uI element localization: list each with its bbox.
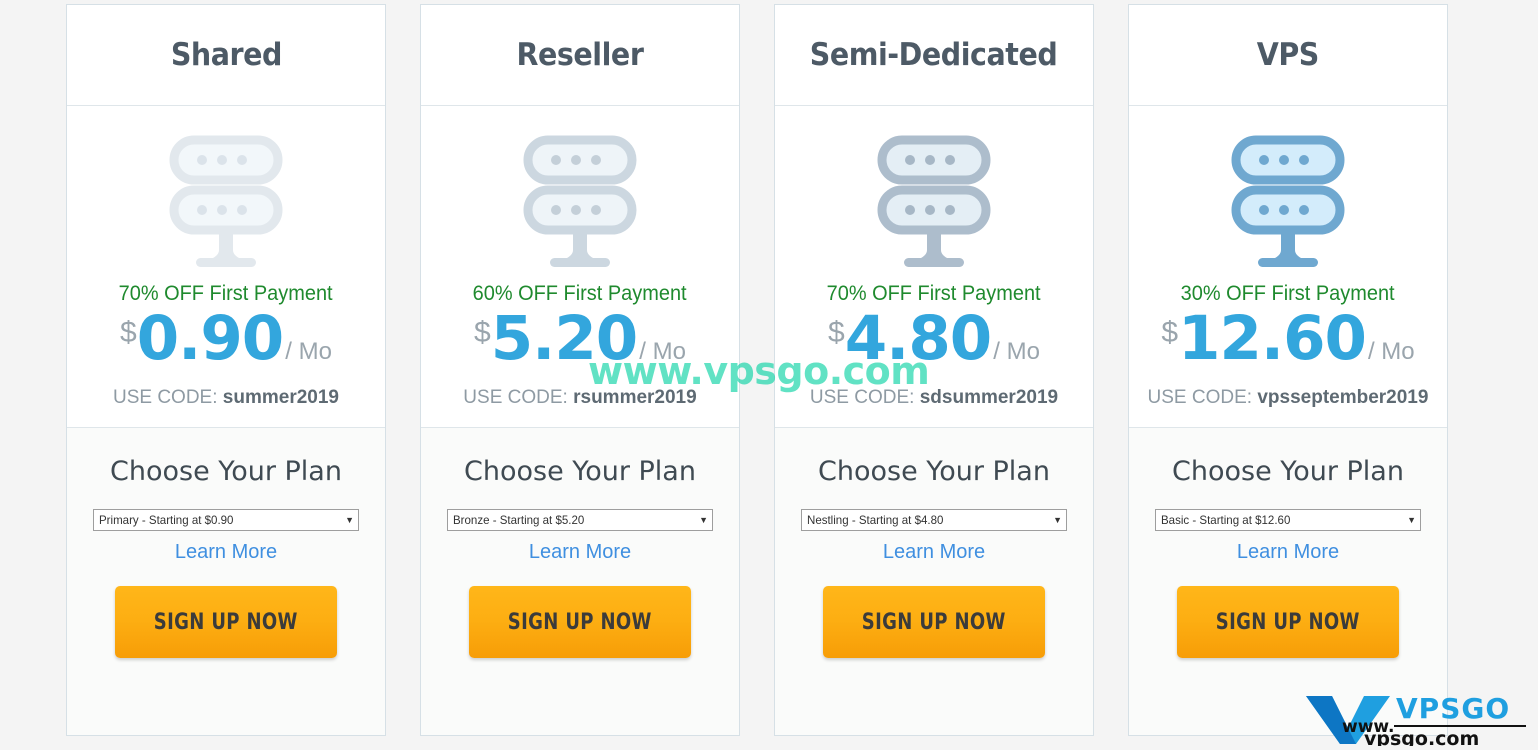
- promo-label: USE CODE:: [1147, 387, 1253, 408]
- sign-up-label: SIGN UP NOW: [862, 609, 1006, 635]
- promo-code: vpsseptember2019: [1257, 387, 1429, 408]
- server-icon: [523, 135, 637, 267]
- sign-up-button[interactable]: SIGN UP NOW: [1177, 586, 1399, 658]
- sign-up-button[interactable]: SIGN UP NOW: [823, 586, 1045, 658]
- card-body: 70% OFF First Payment $ 4.80 / Mo USE CO…: [775, 106, 1093, 428]
- chevron-down-icon: ▼: [699, 515, 708, 525]
- discount-label: 30% OFF First Payment: [1181, 282, 1395, 305]
- promo-code: sdsummer2019: [919, 387, 1059, 408]
- price-row: $ 12.60 / Mo: [1161, 308, 1414, 369]
- promo-label: USE CODE:: [463, 387, 568, 408]
- price-period: / Mo: [993, 338, 1040, 365]
- learn-more-link[interactable]: Learn More: [175, 541, 277, 564]
- server-icon: [169, 135, 283, 267]
- pricing-table: Shared 70% OFF First Payment $ 0.90 / Mo…: [66, 4, 1448, 736]
- server-icon: [1231, 135, 1345, 267]
- card-header: VPS: [1129, 5, 1447, 106]
- discount-label: 60% OFF First Payment: [473, 282, 687, 305]
- card-footer: Choose Your Plan Primary - Starting at $…: [67, 428, 385, 735]
- card-header: Shared: [67, 5, 385, 106]
- sign-up-label: SIGN UP NOW: [1216, 609, 1360, 635]
- price-period: / Mo: [639, 338, 686, 365]
- choose-plan-title: Choose Your Plan: [110, 456, 342, 487]
- price-row: $ 4.80 / Mo: [828, 308, 1040, 369]
- plan-select[interactable]: Bronze - Starting at $5.20 ▼: [447, 509, 713, 531]
- price-amount: 5.20: [490, 303, 639, 374]
- card-footer: Choose Your Plan Nestling - Starting at …: [775, 428, 1093, 735]
- plan-select-value: Basic - Starting at $12.60: [1161, 513, 1291, 527]
- card-footer: Choose Your Plan Basic - Starting at $12…: [1129, 428, 1447, 735]
- choose-plan-title: Choose Your Plan: [464, 456, 696, 487]
- sign-up-label: SIGN UP NOW: [154, 609, 298, 635]
- promo-line: USE CODE: summer2019: [113, 387, 339, 409]
- price-period: / Mo: [1367, 338, 1415, 365]
- card-body: 60% OFF First Payment $ 5.20 / Mo USE CO…: [421, 106, 739, 428]
- promo-line: USE CODE: vpsseptember2019: [1148, 387, 1429, 409]
- price-period: / Mo: [285, 338, 332, 365]
- card-body: 70% OFF First Payment $ 0.90 / Mo USE CO…: [67, 106, 385, 428]
- plan-card-semi-dedicated: Semi-Dedicated 70% OFF First Payment $ 4…: [774, 4, 1094, 736]
- promo-code: summer2019: [222, 387, 339, 408]
- promo-code: rsummer2019: [573, 387, 697, 408]
- learn-more-link[interactable]: Learn More: [529, 541, 631, 564]
- price-amount: 4.80: [844, 303, 993, 374]
- plan-card-shared: Shared 70% OFF First Payment $ 0.90 / Mo…: [66, 4, 386, 736]
- choose-plan-title: Choose Your Plan: [1172, 456, 1404, 487]
- price-row: $ 0.90 / Mo: [120, 308, 332, 369]
- card-body: 30% OFF First Payment $ 12.60 / Mo USE C…: [1129, 106, 1447, 428]
- promo-label: USE CODE:: [809, 387, 915, 408]
- price-currency: $: [120, 316, 137, 349]
- promo-line: USE CODE: rsummer2019: [463, 387, 696, 409]
- price-currency: $: [828, 316, 845, 349]
- price-currency: $: [474, 316, 491, 349]
- price-row: $ 5.20 / Mo: [474, 308, 686, 369]
- plan-card-reseller: Reseller 60% OFF First Payment $ 5.20 / …: [420, 4, 740, 736]
- sign-up-label: SIGN UP NOW: [508, 609, 652, 635]
- price-currency: $: [1161, 316, 1179, 349]
- plan-select-value: Primary - Starting at $0.90: [99, 513, 234, 527]
- card-header: Reseller: [421, 5, 739, 106]
- plan-select[interactable]: Nestling - Starting at $4.80 ▼: [801, 509, 1067, 531]
- promo-label: USE CODE:: [112, 387, 218, 408]
- plan-title: VPS: [1256, 37, 1320, 73]
- plan-select-value: Nestling - Starting at $4.80: [807, 513, 944, 527]
- discount-label: 70% OFF First Payment: [827, 282, 1041, 305]
- discount-label: 70% OFF First Payment: [119, 282, 333, 305]
- plan-select[interactable]: Basic - Starting at $12.60 ▼: [1155, 509, 1421, 531]
- promo-line: USE CODE: sdsummer2019: [810, 387, 1058, 409]
- plan-title: Reseller: [516, 37, 644, 73]
- sign-up-button[interactable]: SIGN UP NOW: [115, 586, 337, 658]
- learn-more-link[interactable]: Learn More: [1237, 541, 1339, 564]
- chevron-down-icon: ▼: [1407, 515, 1416, 525]
- plan-select-value: Bronze - Starting at $5.20: [453, 513, 585, 527]
- learn-more-link[interactable]: Learn More: [883, 541, 985, 564]
- plan-card-vps: VPS 30% OFF First Payment $ 12.60 / Mo U…: [1128, 4, 1448, 736]
- plan-title: Semi-Dedicated: [810, 37, 1058, 73]
- price-amount: 12.60: [1178, 303, 1367, 374]
- sign-up-button[interactable]: SIGN UP NOW: [469, 586, 691, 658]
- choose-plan-title: Choose Your Plan: [818, 456, 1050, 487]
- card-footer: Choose Your Plan Bronze - Starting at $5…: [421, 428, 739, 735]
- plan-select[interactable]: Primary - Starting at $0.90 ▼: [93, 509, 359, 531]
- card-header: Semi-Dedicated: [775, 5, 1093, 106]
- price-amount: 0.90: [136, 303, 285, 374]
- chevron-down-icon: ▼: [345, 515, 354, 525]
- server-icon: [877, 135, 991, 267]
- plan-title: Shared: [170, 37, 282, 73]
- chevron-down-icon: ▼: [1053, 515, 1062, 525]
